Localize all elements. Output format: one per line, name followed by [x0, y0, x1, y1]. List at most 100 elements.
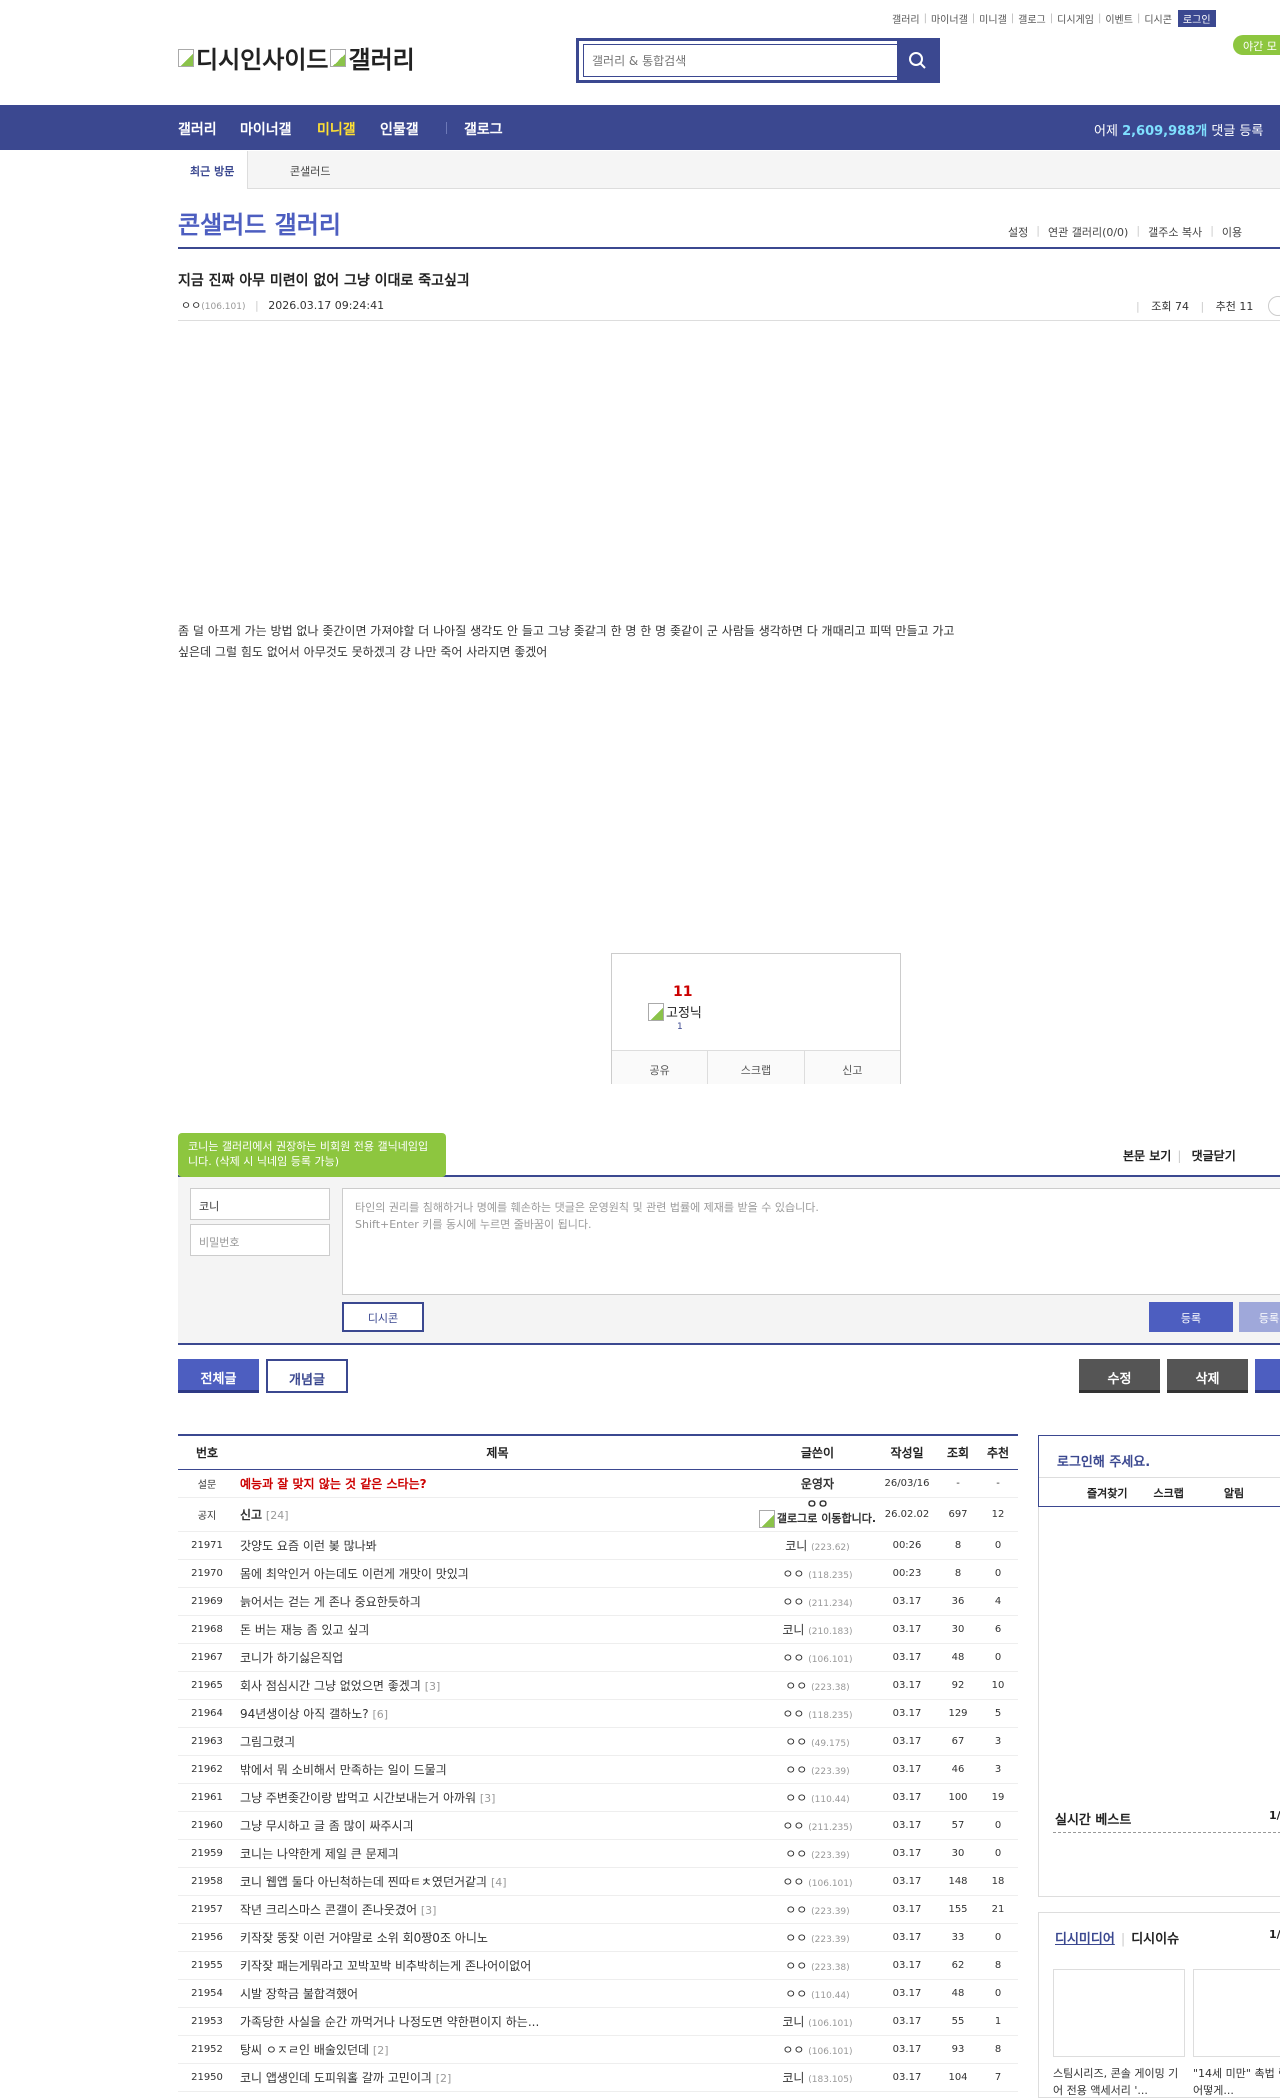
top-link-minor[interactable]: 마이너갤: [931, 11, 968, 26]
dccon-button[interactable]: 디시콘: [342, 1302, 424, 1332]
share-button[interactable]: 공유: [612, 1051, 709, 1084]
row-reply-count[interactable]: [2]: [373, 2044, 389, 2057]
table-row[interactable]: 21952 탕씨 ㅇㅈㄹ인 배술있던데 [2] ㅇㅇ (106.101) 03.17 …: [178, 2035, 1018, 2064]
table-row[interactable]: 21958 코니 웹앱 둘다 아닌척하는데 찐따ㅌㅊ였던거같긔 [4] ㅇㅇ (10…: [178, 1867, 1018, 1896]
login-button[interactable]: 로그인: [1177, 10, 1216, 27]
table-row[interactable]: 21965 회사 점심시간 그냥 없었으면 좋겠긔 [3] ㅇㅇ (223.38) 0…: [178, 1671, 1018, 1700]
nav-gallery[interactable]: 갤러리: [178, 119, 217, 139]
row-reply-count[interactable]: [6]: [372, 1708, 388, 1721]
table-row[interactable]: 21953 가족당한 사실을 순간 까먹거나 나정도면 약한편이지 하는... 코…: [178, 2007, 1018, 2036]
row-title[interactable]: 코니가 하기싫은직업: [240, 1651, 343, 1665]
search-button[interactable]: [897, 41, 937, 80]
row-title[interactable]: 탕씨 ㅇㅈㄹ인 배술있던데: [240, 2043, 369, 2057]
usage-link[interactable]: 이용: [1222, 224, 1242, 240]
row-writer[interactable]: ㅇㅇ: [785, 1679, 807, 1693]
fixed-nick-recommend-image[interactable]: 고정닉: [648, 1002, 702, 1021]
row-writer[interactable]: ㅇㅇ: [782, 1595, 804, 1609]
post-author[interactable]: ㅇㅇ: [181, 299, 201, 312]
row-title[interactable]: 키작잦 뚱잦 이런 거야말로 소위 회0짱0조 아니노: [240, 1931, 488, 1945]
row-writer[interactable]: ㅇㅇ: [782, 1707, 804, 1721]
scrap-link[interactable]: 스크랩: [1153, 1485, 1183, 1501]
row-title[interactable]: 코니는 나약한게 제일 큰 문제긔: [240, 1847, 399, 1861]
nav-minor[interactable]: 마이너갤: [240, 119, 292, 139]
password-field[interactable]: 비밀번호: [190, 1224, 330, 1256]
table-row[interactable]: 21971 갓양도 요즘 이런 봊 많나봐 코니 (223.62) 00:26 8 …: [178, 1531, 1018, 1560]
edit-button[interactable]: 수정: [1079, 1359, 1160, 1393]
row-title[interactable]: 몸에 최악인거 아는데도 이런게 개맛이 맛있긔: [240, 1567, 469, 1581]
row-writer[interactable]: ㅇㅇ: [782, 1567, 804, 1581]
row-title[interactable]: 코니 앱생인데 도피워홀 갈까 고민이긔: [240, 2071, 432, 2085]
media-thumbnail[interactable]: [1053, 1969, 1185, 2057]
row-writer[interactable]: ㅇㅇ: [785, 1791, 807, 1805]
row-title[interactable]: 그냥 주변좆간이랑 밥먹고 시간보내는거 아까워: [240, 1791, 476, 1805]
row-reply-count[interactable]: [4]: [491, 1876, 507, 1889]
row-writer[interactable]: ㅇㅇ: [785, 1763, 807, 1777]
recent-visit-item[interactable]: 콘샐러드: [290, 163, 330, 179]
nav-mini[interactable]: 미니갤: [317, 119, 356, 139]
comment-submit-secondary-button[interactable]: 등록: [1239, 1302, 1280, 1332]
row-writer[interactable]: ㅇㅇ: [782, 1651, 804, 1665]
row-reply-count[interactable]: [3]: [421, 1904, 437, 1917]
comment-textarea[interactable]: 타인의 권리를 침해하거나 명예를 훼손하는 댓글은 운영원칙 및 관련 법률에…: [342, 1188, 1280, 1295]
write-button[interactable]: [1255, 1359, 1280, 1393]
row-title[interactable]: 예능과 잘 맞지 않는 것 같은 스타는?: [240, 1477, 427, 1491]
concept-posts-button[interactable]: 개념글: [266, 1359, 348, 1393]
top-link-dccon[interactable]: 디시콘: [1144, 11, 1172, 26]
gallery-title[interactable]: 콘샐러드 갤러리: [178, 205, 341, 240]
top-link-gallog[interactable]: 갤로그: [1018, 11, 1046, 26]
media-thumbnail[interactable]: [1193, 1969, 1280, 2057]
row-reply-count[interactable]: [24]: [266, 1509, 289, 1522]
row-writer[interactable]: ㅇㅇ: [785, 1987, 807, 2001]
table-row[interactable]: 21968 돈 버는 재능 좀 있고 싶긔 코니 (210.183) 03.17 3…: [178, 1615, 1018, 1644]
row-title[interactable]: 회사 점심시간 그냥 없었으면 좋겠긔: [240, 1679, 421, 1693]
row-title[interactable]: 가족당한 사실을 순간 까먹거나 나정도면 약한편이지 하는...: [240, 2015, 539, 2029]
alarm-link[interactable]: 알림: [1224, 1485, 1244, 1501]
table-row[interactable]: 21959 코니는 나약한게 제일 큰 문제긔 ㅇㅇ (223.39) 03.17 …: [178, 1839, 1018, 1868]
nav-gallog[interactable]: 갤로그: [464, 119, 503, 139]
row-writer[interactable]: 코니: [782, 2071, 804, 2085]
row-title[interactable]: 작년 크리스마스 콘갤이 존나웃겼어: [240, 1903, 417, 1917]
row-writer[interactable]: ㅇㅇ: [782, 2043, 804, 2057]
row-title[interactable]: 코니 웹앱 둘다 아닌척하는데 찐따ㅌㅊ였던거같긔: [240, 1875, 487, 1889]
night-mode-toggle[interactable]: 야간 모: [1233, 35, 1280, 55]
row-reply-count[interactable]: [2]: [436, 2072, 452, 2085]
related-gallery-link[interactable]: 연관 갤러리(0/0): [1048, 224, 1128, 240]
scrap-button[interactable]: 스크랩: [708, 1051, 805, 1084]
row-reply-count[interactable]: [3]: [480, 1792, 496, 1805]
row-title[interactable]: 신고: [240, 1508, 262, 1522]
gallog-link-image[interactable]: 갤로그로 이동합니다.: [759, 1510, 876, 1528]
row-writer[interactable]: ㅇㅇ: [785, 1847, 807, 1861]
table-row[interactable]: 21969 늙어서는 걷는 게 존나 중요한듯하긔 ㅇㅇ (211.234) 03.…: [178, 1587, 1018, 1616]
table-row[interactable]: 21960 그냥 무시하고 글 좀 많이 싸주시긔 ㅇㅇ (211.235) 03.…: [178, 1811, 1018, 1840]
top-link-mini[interactable]: 미니갤: [979, 11, 1007, 26]
top-link-gallery[interactable]: 갤러리: [892, 11, 920, 26]
row-title[interactable]: 94년생이상 아직 갤하노?: [240, 1707, 369, 1721]
row-writer[interactable]: ㅇㅇ: [785, 1931, 807, 1945]
report-button[interactable]: 신고: [805, 1051, 900, 1084]
row-title[interactable]: 키작잦 패는게뭐라고 꼬박꼬박 비추박히는게 존나어이없어: [240, 1959, 531, 1973]
table-row[interactable]: 21956 키작잦 뚱잦 이런 거야말로 소위 회0짱0조 아니노 ㅇㅇ (223…: [178, 1923, 1018, 1952]
recent-visits-title[interactable]: 최근 방문: [178, 151, 248, 189]
row-title[interactable]: 그림그렸긔: [240, 1735, 295, 1749]
row-writer[interactable]: 코니: [785, 1539, 807, 1553]
delete-button[interactable]: 삭제: [1167, 1359, 1248, 1393]
table-row[interactable]: 21962 밖에서 뭐 소비해서 만족하는 일이 드물긔 ㅇㅇ (223.39) 0…: [178, 1755, 1018, 1784]
row-writer[interactable]: 코니: [782, 2015, 804, 2029]
all-posts-button[interactable]: 전체글: [178, 1359, 259, 1393]
table-row[interactable]: 공지 신고 [24] ㅇㅇ 갤로그로 이동합니다. 26.02.02 697 12: [178, 1497, 1018, 1532]
row-writer[interactable]: ㅇㅇ: [782, 1819, 804, 1833]
close-comments-link[interactable]: 댓글닫기: [1192, 1149, 1236, 1163]
view-post-link[interactable]: 본문 보기: [1123, 1149, 1171, 1163]
favorites-link[interactable]: 즐겨찾기: [1087, 1485, 1127, 1501]
row-title[interactable]: 밖에서 뭐 소비해서 만족하는 일이 드물긔: [240, 1763, 447, 1777]
gallery-settings-link[interactable]: 설정: [1008, 224, 1028, 240]
table-row[interactable]: 21967 코니가 하기싫은직업 ㅇㅇ (106.101) 03.17 48 0: [178, 1643, 1018, 1672]
row-title[interactable]: 갓양도 요즘 이런 봊 많나봐: [240, 1539, 377, 1553]
tab-dc-issue[interactable]: 디시이슈: [1131, 1932, 1179, 1947]
login-prompt[interactable]: 로그인해 주세요.: [1057, 1451, 1150, 1470]
tab-dc-media[interactable]: 디시미디어: [1055, 1932, 1115, 1947]
more-options-button[interactable]: [1268, 296, 1280, 316]
table-row[interactable]: 설문 예능과 잘 맞지 않는 것 같은 스타는? 운영자 26/03/16 - -: [178, 1469, 1018, 1498]
media-caption[interactable]: "14세 미만" 촉법 령 하향 어떻게...: [1193, 2065, 1280, 2098]
nickname-field[interactable]: 코니: [190, 1188, 330, 1220]
